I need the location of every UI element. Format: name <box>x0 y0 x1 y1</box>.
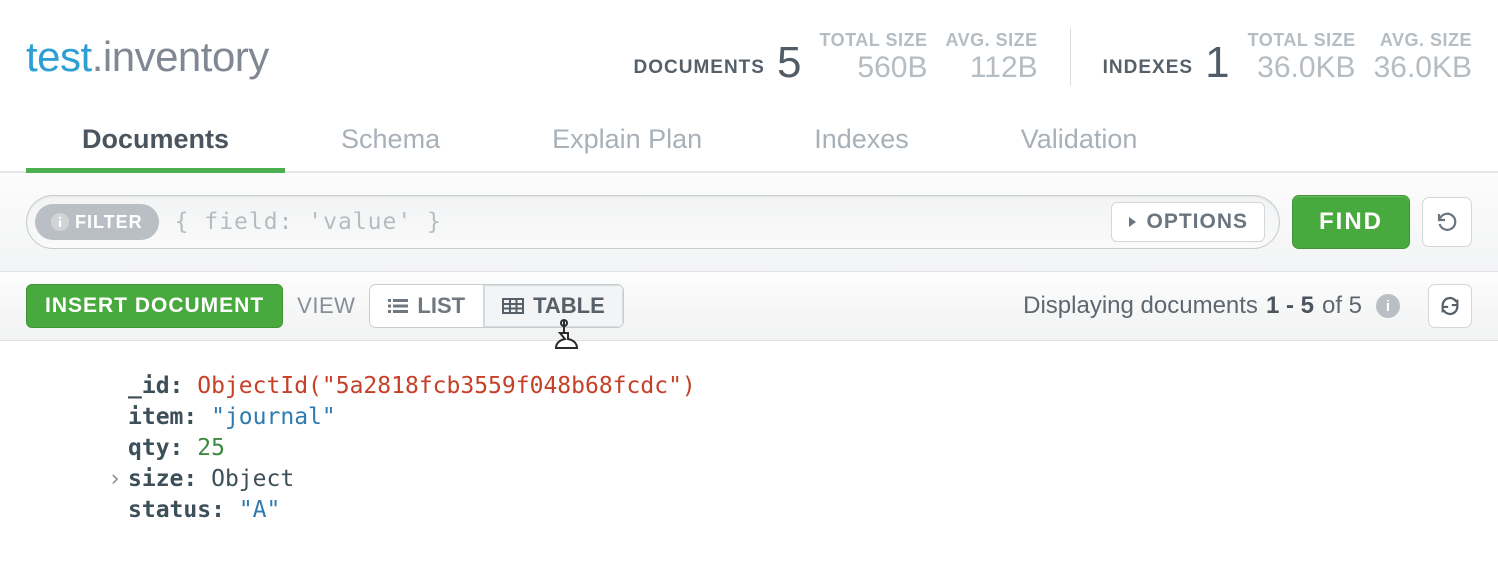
doc-field-size[interactable]: ›size: Object <box>128 464 1498 495</box>
doc-field-item[interactable]: item: "journal" <box>128 402 1498 433</box>
db-name: test <box>26 33 92 80</box>
stats-divider <box>1070 28 1071 86</box>
filter-placeholder: { field: 'value' } <box>175 209 442 235</box>
insert-document-button[interactable]: INSERT DOCUMENT <box>26 284 283 328</box>
tabs: Documents Schema Explain Plan Indexes Va… <box>0 112 1498 173</box>
options-button[interactable]: OPTIONS <box>1111 202 1265 242</box>
refresh-button[interactable] <box>1428 284 1472 328</box>
caret-right-icon <box>1128 216 1138 228</box>
indexes-avg-size: 36.0KB <box>1374 51 1472 85</box>
info-icon <box>51 213 69 231</box>
table-view-button[interactable]: TABLE <box>483 285 623 327</box>
tab-explain-plan[interactable]: Explain Plan <box>496 112 758 171</box>
list-icon <box>388 298 408 314</box>
info-icon[interactable]: i <box>1376 294 1400 318</box>
indexes-total-size: 36.0KB <box>1257 51 1355 85</box>
documents-count: 5 <box>777 41 801 85</box>
documents-stat: DOCUMENTS 5 TOTAL SIZE 560B AVG. SIZE 11… <box>634 30 1038 85</box>
find-button[interactable]: FIND <box>1292 195 1410 249</box>
list-view-button[interactable]: LIST <box>370 285 483 327</box>
refresh-icon <box>1439 295 1461 317</box>
documents-total-size: 560B <box>857 51 927 85</box>
history-icon <box>1435 210 1459 234</box>
pagination: Displaying documents 1 - 5 of 5 i <box>1023 284 1472 328</box>
table-icon <box>502 298 524 314</box>
indexes-count: 1 <box>1205 41 1229 85</box>
tab-validation[interactable]: Validation <box>965 112 1194 171</box>
collection-name: inventory <box>103 33 269 80</box>
doc-field-qty[interactable]: qty: 25 <box>128 433 1498 464</box>
reset-button[interactable] <box>1422 197 1472 247</box>
documents-stat-label: DOCUMENTS <box>634 57 765 85</box>
document-list: _id: ObjectId("5a2818fcb3559f048b68fcdc"… <box>0 341 1498 526</box>
collection-title: test.inventory <box>26 33 269 81</box>
doc-field-status[interactable]: status: "A" <box>128 495 1498 526</box>
filter-input[interactable]: FILTER { field: 'value' } OPTIONS <box>26 195 1280 249</box>
documents-avg-size: 112B <box>970 51 1038 85</box>
tab-indexes[interactable]: Indexes <box>758 112 965 171</box>
view-toggle: LIST TABLE <box>369 284 623 328</box>
doc-field-id[interactable]: _id: ObjectId("5a2818fcb3559f048b68fcdc"… <box>128 371 1498 402</box>
indexes-stat: INDEXES 1 TOTAL SIZE 36.0KB AVG. SIZE 36… <box>1103 30 1472 85</box>
tab-schema[interactable]: Schema <box>285 112 496 171</box>
chevron-right-icon[interactable]: › <box>108 464 128 495</box>
tab-documents[interactable]: Documents <box>26 112 285 171</box>
view-label: VIEW <box>297 293 355 319</box>
filter-badge: FILTER <box>35 204 159 240</box>
